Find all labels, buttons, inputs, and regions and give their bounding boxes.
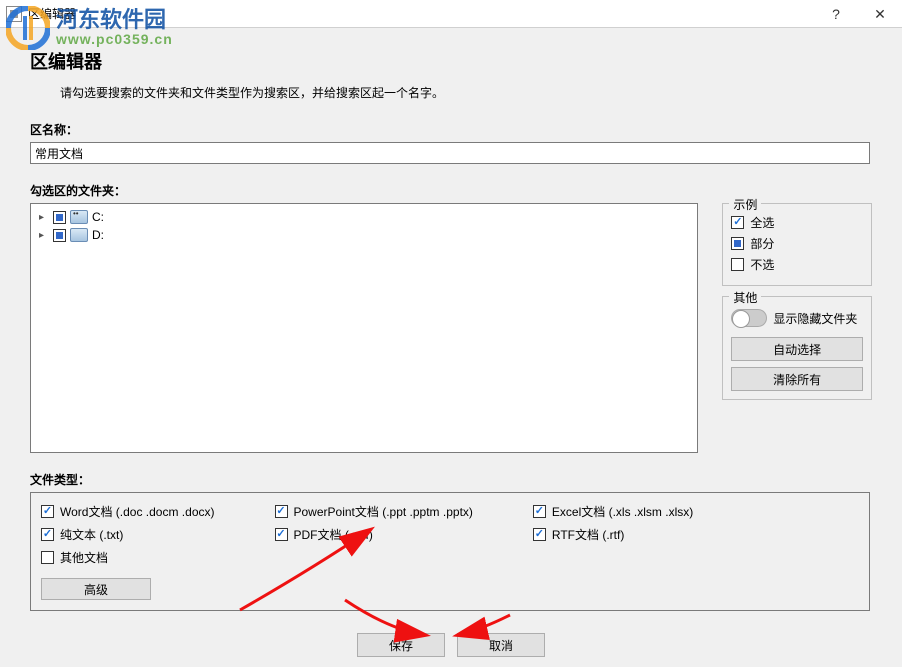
filetype-pdf[interactable]: PDF文档 (.pdf): [275, 526, 473, 543]
dialog-content: 区编辑器 请勾选要搜索的文件夹和文件类型作为搜索区，并给搜索区起一个名字。 区名…: [0, 28, 902, 667]
show-hidden-label: 显示隐藏文件夹: [773, 310, 857, 327]
cancel-button[interactable]: 取消: [457, 633, 545, 657]
title-bar: 区编辑器 ? ✕: [0, 0, 902, 28]
show-hidden-toggle[interactable]: [731, 309, 767, 327]
drive-d-label: D:: [92, 228, 104, 242]
checkbox-plaintext[interactable]: [41, 528, 54, 541]
help-button[interactable]: ?: [814, 0, 858, 28]
advanced-button[interactable]: 高级: [41, 578, 151, 600]
filetype-plaintext[interactable]: 纯文本 (.txt): [41, 526, 215, 543]
label-other: 其他文档: [60, 549, 108, 566]
filetype-rtf[interactable]: RTF文档 (.rtf): [533, 526, 693, 543]
checkbox-pdf[interactable]: [275, 528, 288, 541]
filetypes-box: Word文档 (.doc .docm .docx) 纯文本 (.txt) 其他文…: [30, 492, 870, 611]
drive-icon: [70, 210, 88, 224]
legend-none: 不选: [731, 256, 863, 273]
drive-d-checkbox[interactable]: [53, 229, 66, 242]
filetypes-label: 文件类型：: [30, 471, 872, 488]
label-ppt: PowerPoint文档 (.ppt .pptm .pptx): [294, 503, 473, 520]
tree-item-d[interactable]: ▸ D:: [35, 226, 693, 244]
filetype-word[interactable]: Word文档 (.doc .docm .docx): [41, 503, 215, 520]
label-plaintext: 纯文本 (.txt): [60, 526, 123, 543]
legend-partial: 部分: [731, 235, 863, 252]
legend-all: 全选: [731, 214, 863, 231]
window-icon: [6, 6, 22, 22]
save-button[interactable]: 保存: [357, 633, 445, 657]
label-rtf: RTF文档 (.rtf): [552, 526, 624, 543]
legend-group: 示例 全选 部分 不选: [722, 203, 872, 286]
window-title: 区编辑器: [28, 5, 76, 22]
clear-all-button[interactable]: 清除所有: [731, 367, 863, 391]
legend-none-label: 不选: [750, 256, 774, 273]
legend-title: 示例: [729, 196, 761, 213]
drive-c-label: C:: [92, 210, 104, 224]
legend-partial-checkbox: [731, 237, 744, 250]
checkbox-other[interactable]: [41, 551, 54, 564]
drive-icon: [70, 228, 88, 242]
drive-c-checkbox[interactable]: [53, 211, 66, 224]
close-button[interactable]: ✕: [858, 0, 902, 28]
checkbox-rtf[interactable]: [533, 528, 546, 541]
legend-all-checkbox: [731, 216, 744, 229]
window-controls: ? ✕: [814, 0, 902, 28]
label-pdf: PDF文档 (.pdf): [294, 526, 373, 543]
side-panel: 示例 全选 部分 不选 其他 显示隐藏文件夹: [722, 203, 872, 453]
zone-name-label: 区名称：: [30, 121, 872, 138]
checkbox-word[interactable]: [41, 505, 54, 518]
filetype-other[interactable]: 其他文档: [41, 549, 215, 566]
legend-all-label: 全选: [750, 214, 774, 231]
other-group: 其他 显示隐藏文件夹 自动选择 清除所有: [722, 296, 872, 400]
label-word: Word文档 (.doc .docm .docx): [60, 503, 215, 520]
zone-name-input[interactable]: [30, 142, 870, 164]
label-excel: Excel文档 (.xls .xlsm .xlsx): [552, 503, 693, 520]
checkbox-ppt[interactable]: [275, 505, 288, 518]
bottom-bar: 保存 取消: [30, 633, 872, 657]
legend-partial-label: 部分: [750, 235, 774, 252]
tree-item-c[interactable]: ▸ C:: [35, 208, 693, 226]
expand-icon[interactable]: ▸: [39, 230, 49, 241]
folder-tree[interactable]: ▸ C: ▸ D:: [30, 203, 698, 453]
other-title: 其他: [729, 289, 761, 306]
auto-select-button[interactable]: 自动选择: [731, 337, 863, 361]
legend-none-checkbox: [731, 258, 744, 271]
page-title: 区编辑器: [30, 48, 872, 74]
checkbox-excel[interactable]: [533, 505, 546, 518]
filetype-ppt[interactable]: PowerPoint文档 (.ppt .pptm .pptx): [275, 503, 473, 520]
description-text: 请勾选要搜索的文件夹和文件类型作为搜索区，并给搜索区起一个名字。: [60, 84, 872, 101]
filetype-excel[interactable]: Excel文档 (.xls .xlsm .xlsx): [533, 503, 693, 520]
expand-icon[interactable]: ▸: [39, 212, 49, 223]
